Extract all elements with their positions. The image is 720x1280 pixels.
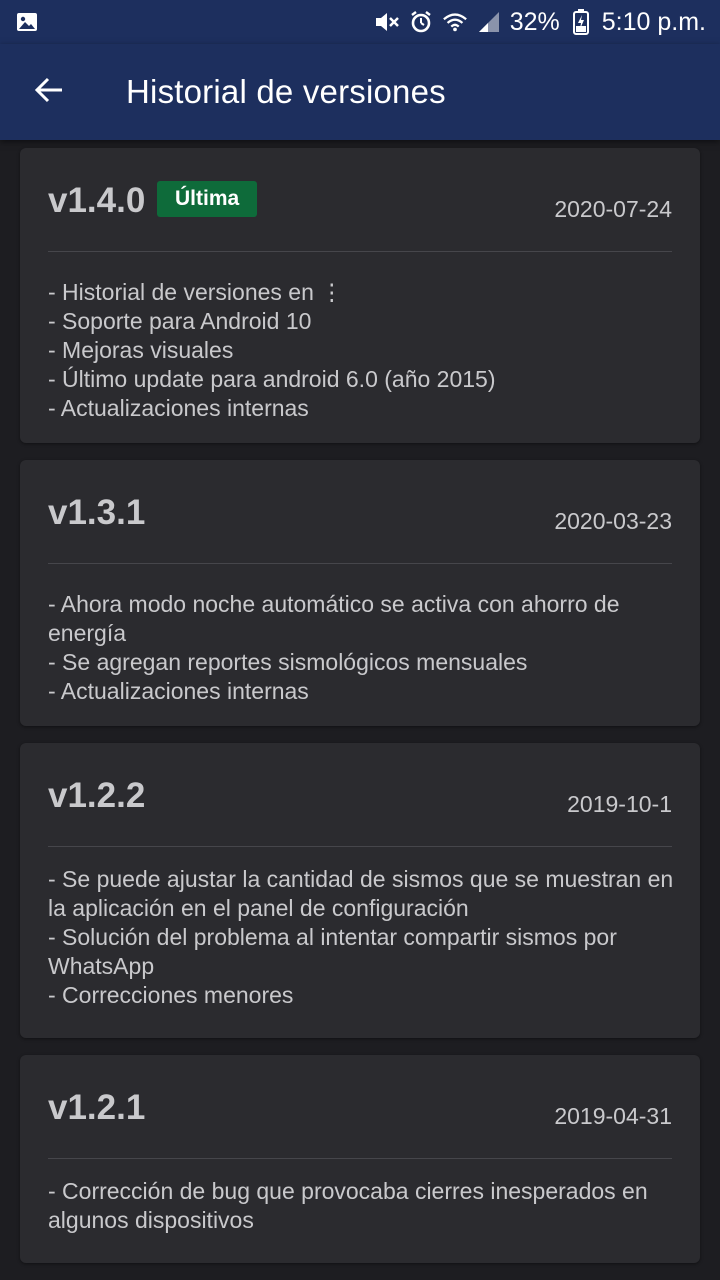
note-line: - Soporte para Android 10: [48, 308, 312, 334]
image-icon: [14, 9, 40, 35]
signal-icon: [476, 9, 502, 35]
wifi-icon: [442, 9, 468, 35]
version-card: v1.2.2 2019-10-1 - Se puede ajustar la c…: [20, 743, 700, 1038]
note-line: - Historial de versiones en ⋮: [48, 279, 344, 305]
version-card: v1.2.1 2019-04-31 - Corrección de bug qu…: [20, 1055, 700, 1263]
version-notes: - Ahora modo noche automático se activa …: [48, 590, 680, 706]
version-number: v1.2.2: [48, 776, 146, 815]
page-title: Historial de versiones: [126, 73, 446, 110]
note-line: - Se puede ajustar la cantidad de sismos…: [48, 866, 680, 921]
note-line: - Mejoras visuales: [48, 337, 234, 363]
version-number: v1.3.1: [48, 493, 146, 532]
version-number: v1.4.0: [48, 181, 146, 220]
app-bar: Historial de versiones: [0, 44, 720, 140]
divider: [48, 251, 672, 252]
note-line: - Último update para android 6.0 (año 20…: [48, 366, 496, 392]
arrow-back-icon: [34, 76, 64, 109]
version-header: v1.3.1 2020-03-23: [48, 460, 672, 563]
version-date: 2019-10-1: [567, 791, 672, 817]
divider: [48, 846, 672, 847]
version-notes: - Se puede ajustar la cantidad de sismos…: [48, 865, 680, 1010]
note-line: - Ahora modo noche automático se activa …: [48, 591, 626, 646]
mute-icon: [374, 9, 400, 35]
version-number: v1.2.1: [48, 1088, 146, 1127]
battery-icon: [568, 9, 594, 35]
version-date: 2019-04-31: [554, 1103, 672, 1129]
version-notes: - Historial de versiones en ⋮ - Soporte …: [48, 278, 680, 423]
version-header: v1.2.1 2019-04-31: [48, 1055, 672, 1158]
note-line: - Se agregan reportes sismológicos mensu…: [48, 649, 528, 675]
back-button[interactable]: [19, 62, 79, 122]
version-notes: - Corrección de bug que provocaba cierre…: [48, 1177, 680, 1235]
version-date: 2020-03-23: [554, 508, 672, 534]
version-card: v1.3.1 2020-03-23 - Ahora modo noche aut…: [20, 460, 700, 726]
status-bar: 32% 5:10 p.m.: [0, 0, 720, 44]
note-line: - Correcciones menores: [48, 982, 294, 1008]
battery-percent: 32%: [509, 7, 560, 36]
divider: [48, 1158, 672, 1159]
note-line: - Actualizaciones internas: [48, 395, 309, 421]
note-line: - Actualizaciones internas: [48, 678, 309, 704]
version-header: v1.2.2 2019-10-1: [48, 743, 672, 846]
version-list[interactable]: v1.4.0 Última 2020-07-24 - Historial de …: [0, 140, 720, 1280]
latest-badge: Última: [157, 181, 258, 217]
note-line: - Corrección de bug que provocaba cierre…: [48, 1178, 655, 1233]
version-header: v1.4.0 Última 2020-07-24: [48, 148, 672, 251]
divider: [48, 563, 672, 564]
alarm-icon: [408, 9, 434, 35]
clock-time: 5:10 p.m.: [601, 7, 706, 36]
version-date: 2020-07-24: [554, 196, 672, 222]
note-line: - Solución del problema al intentar comp…: [48, 924, 624, 979]
version-card: v1.4.0 Última 2020-07-24 - Historial de …: [20, 148, 700, 443]
